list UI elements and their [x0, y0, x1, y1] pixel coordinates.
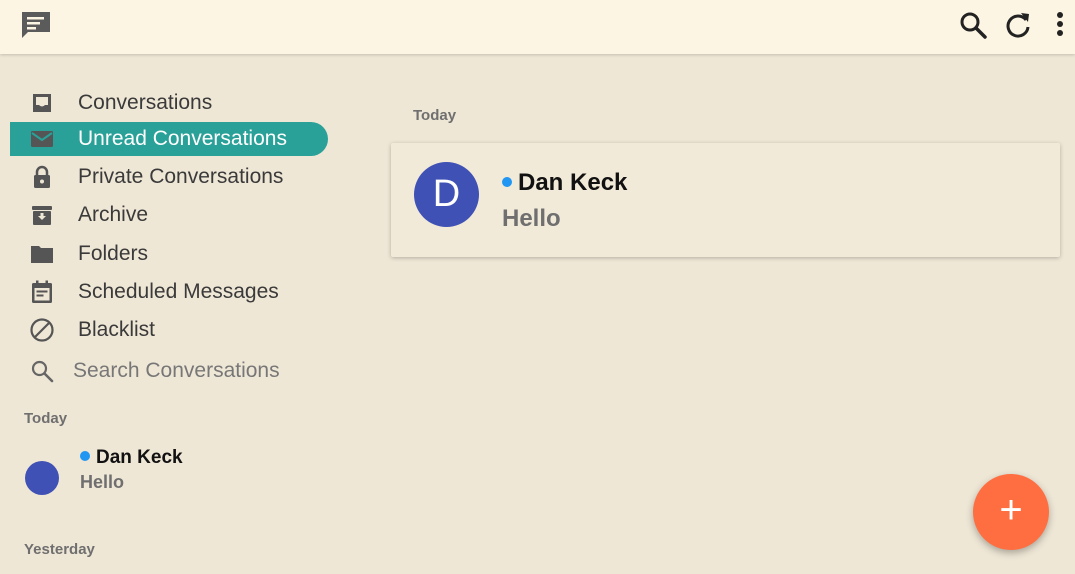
sidebar-item-scheduled-messages[interactable]: Scheduled Messages	[10, 275, 328, 309]
sidebar-item-label: Scheduled Messages	[78, 280, 279, 303]
search-conversations-label: Search Conversations	[73, 359, 280, 382]
conversation-card[interactable]: D Dan Keck Hello	[391, 143, 1060, 257]
conversation-name-text: Dan Keck	[518, 169, 628, 196]
sidebar-item-label: Archive	[78, 203, 149, 226]
search-conversations[interactable]: Search Conversations	[10, 354, 328, 388]
sidebar-item-blacklist[interactable]: Blacklist	[10, 313, 328, 347]
chat-logo-icon[interactable]	[20, 10, 52, 40]
conversation-snippet: Hello	[80, 472, 125, 492]
new-conversation-button[interactable]: +	[973, 474, 1049, 550]
sidebar: Conversations Unread Conversations Priva…	[0, 54, 360, 574]
plus-icon: +	[999, 488, 1023, 532]
sidebar-item-private-conversations[interactable]: Private Conversations	[10, 160, 328, 194]
conversation-name: Dan Keck	[502, 169, 627, 197]
sidebar-item-label: Conversations	[78, 91, 213, 114]
mail-icon	[31, 131, 53, 147]
more-vert-icon[interactable]	[1050, 10, 1070, 40]
conversation-name: Dan Keck	[80, 447, 183, 469]
toolbar	[0, 0, 1075, 54]
sidebar-item-archive[interactable]: Archive	[10, 198, 328, 232]
sidebar-item-label: Private Conversations	[78, 165, 284, 188]
conversation-name-text: Dan Keck	[96, 447, 183, 468]
search-icon	[31, 360, 54, 383]
refresh-icon[interactable]	[1003, 10, 1033, 40]
search-icon[interactable]	[958, 10, 988, 40]
sidebar-item-conversations[interactable]: Conversations	[10, 86, 328, 120]
lock-icon	[34, 165, 50, 188]
sidebar-item-unread-conversations[interactable]: Unread Conversations	[10, 122, 328, 156]
sidebar-item-label: Unread Conversations	[78, 127, 287, 150]
sidebar-item-label: Blacklist	[78, 318, 156, 341]
section-header-today: Today	[24, 410, 68, 427]
avatar	[25, 461, 59, 495]
sidebar-item-label: Folders	[78, 242, 149, 265]
sidebar-item-folders[interactable]: Folders	[10, 237, 328, 271]
folder-icon	[31, 246, 53, 263]
conversation-item[interactable]: Dan Keck Hello	[24, 444, 344, 500]
block-icon	[30, 318, 54, 342]
calendar-icon	[32, 280, 52, 303]
section-header-yesterday: Yesterday	[24, 541, 95, 558]
archive-icon	[32, 206, 52, 225]
main-section-header-today: Today	[413, 107, 457, 124]
conversation-snippet: Hello	[502, 205, 561, 232]
unread-dot-icon	[80, 450, 90, 461]
inbox-icon	[33, 94, 51, 112]
unread-dot-icon	[502, 176, 512, 187]
avatar: D	[414, 162, 479, 227]
